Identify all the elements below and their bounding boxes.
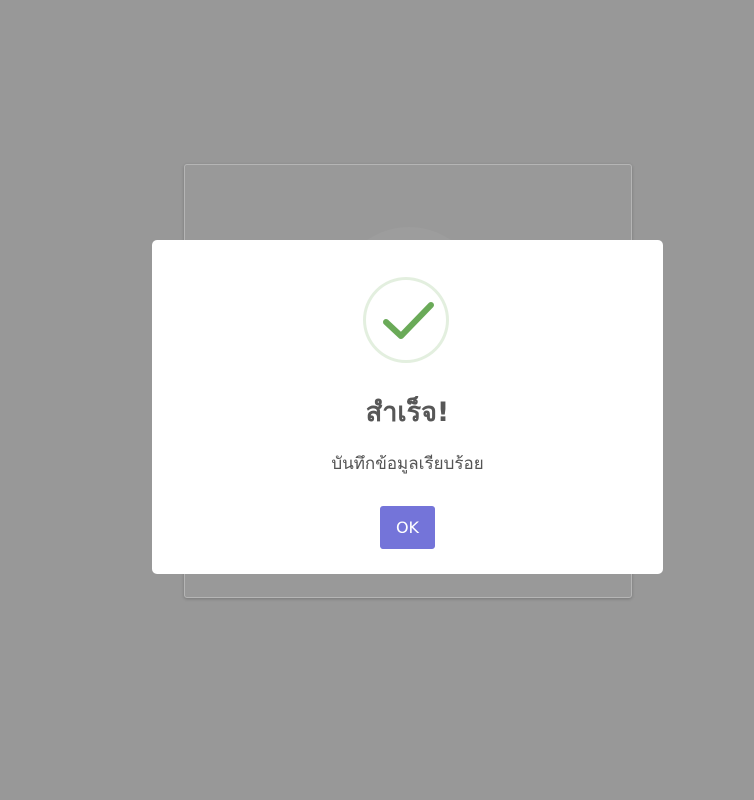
check-icon [383,302,434,339]
dialog-title: สำเร็จ! [365,397,450,428]
dialog-message: บันทึกข้อมูลเรียบร้อย [331,454,484,474]
ok-button[interactable]: OK [380,506,435,549]
success-dialog: สำเร็จ! บันทึกข้อมูลเรียบร้อย OK [152,240,663,574]
success-icon [363,277,449,363]
